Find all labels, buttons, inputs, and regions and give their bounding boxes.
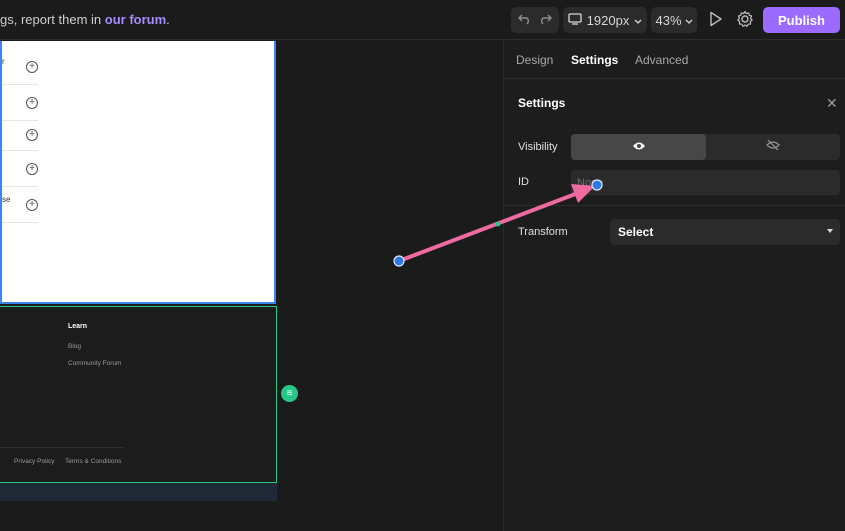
- play-icon: [709, 11, 723, 30]
- faq-divider: [2, 222, 38, 223]
- notice-banner: gs, report them in our forum.: [0, 12, 170, 27]
- footer-link-blog[interactable]: Blog: [68, 343, 81, 350]
- panel-tabs: Design Settings Advanced: [504, 41, 845, 79]
- footer-divider: [0, 447, 125, 448]
- settings-button[interactable]: [733, 7, 757, 33]
- visibility-hidden-button[interactable]: [706, 134, 840, 160]
- transform-label: Transform: [518, 226, 568, 238]
- plus-circle-icon[interactable]: +: [26, 129, 38, 141]
- redo-icon[interactable]: [538, 13, 552, 28]
- tab-settings[interactable]: Settings: [571, 53, 618, 67]
- undo-icon[interactable]: [518, 13, 532, 28]
- close-icon[interactable]: ✕: [826, 95, 838, 112]
- visibility-visible-button[interactable]: [571, 134, 706, 160]
- forum-link[interactable]: our forum: [105, 12, 166, 27]
- faq-divider: [2, 150, 38, 151]
- faq-divider: [2, 84, 38, 85]
- footer-link-forum[interactable]: Community Forum: [68, 360, 121, 367]
- plus-circle-icon[interactable]: +: [26, 199, 38, 211]
- panel-divider: [504, 205, 845, 206]
- plus-circle-icon[interactable]: +: [26, 61, 38, 73]
- chevron-down-icon: [685, 13, 693, 28]
- plus-circle-icon[interactable]: +: [26, 97, 38, 109]
- footer-link-terms[interactable]: Terms & Conditions: [65, 458, 121, 465]
- notice-text: gs, report them in: [0, 12, 105, 27]
- eye-off-icon: [766, 138, 780, 156]
- notice-suffix: .: [166, 12, 170, 27]
- footer-link-privacy[interactable]: Privacy Policy: [14, 458, 54, 465]
- faq-item-text: r: [2, 57, 5, 66]
- footer-section[interactable]: Learn Blog Community Forum Privacy Polic…: [0, 306, 277, 483]
- undo-redo-group: [511, 7, 559, 33]
- page-bottom-strip: [0, 483, 277, 501]
- faq-divider: [2, 120, 38, 121]
- desktop-icon: [568, 12, 582, 28]
- transform-select-value: Select: [618, 225, 654, 239]
- id-label: ID: [518, 176, 529, 188]
- top-toolbar: gs, report them in our forum. 1920px 43%: [0, 0, 845, 40]
- caret-down-icon: [827, 229, 833, 233]
- zoom-selector[interactable]: 43%: [651, 7, 697, 33]
- faq-item-text: se: [2, 195, 11, 204]
- device-selector[interactable]: 1920px: [563, 7, 647, 33]
- visibility-toggle: [571, 134, 840, 160]
- device-width-label: 1920px: [586, 12, 630, 28]
- zoom-label: 43%: [655, 12, 682, 28]
- faq-divider: [2, 186, 38, 187]
- id-input[interactable]: [571, 170, 840, 195]
- chevron-down-icon: [634, 13, 642, 28]
- section-handle-icon[interactable]: ≡: [281, 385, 298, 402]
- tab-advanced[interactable]: Advanced: [635, 53, 688, 67]
- editor-canvas[interactable]: r + + + + se + Learn Blog Community Foru…: [0, 41, 503, 531]
- tab-design[interactable]: Design: [516, 53, 553, 67]
- visibility-label: Visibility: [518, 141, 558, 153]
- footer-heading: Learn: [68, 323, 88, 330]
- plus-circle-icon[interactable]: +: [26, 163, 38, 175]
- publish-button[interactable]: Publish: [763, 7, 840, 33]
- eye-icon: [632, 138, 646, 156]
- gear-icon: [736, 10, 754, 31]
- selected-section[interactable]: r + + + + se +: [0, 41, 276, 304]
- section-title: Settings: [518, 96, 566, 110]
- transform-select[interactable]: Select: [610, 219, 840, 245]
- preview-button[interactable]: [704, 7, 728, 33]
- properties-panel: Design Settings Advanced Settings ✕ Visi…: [503, 41, 845, 531]
